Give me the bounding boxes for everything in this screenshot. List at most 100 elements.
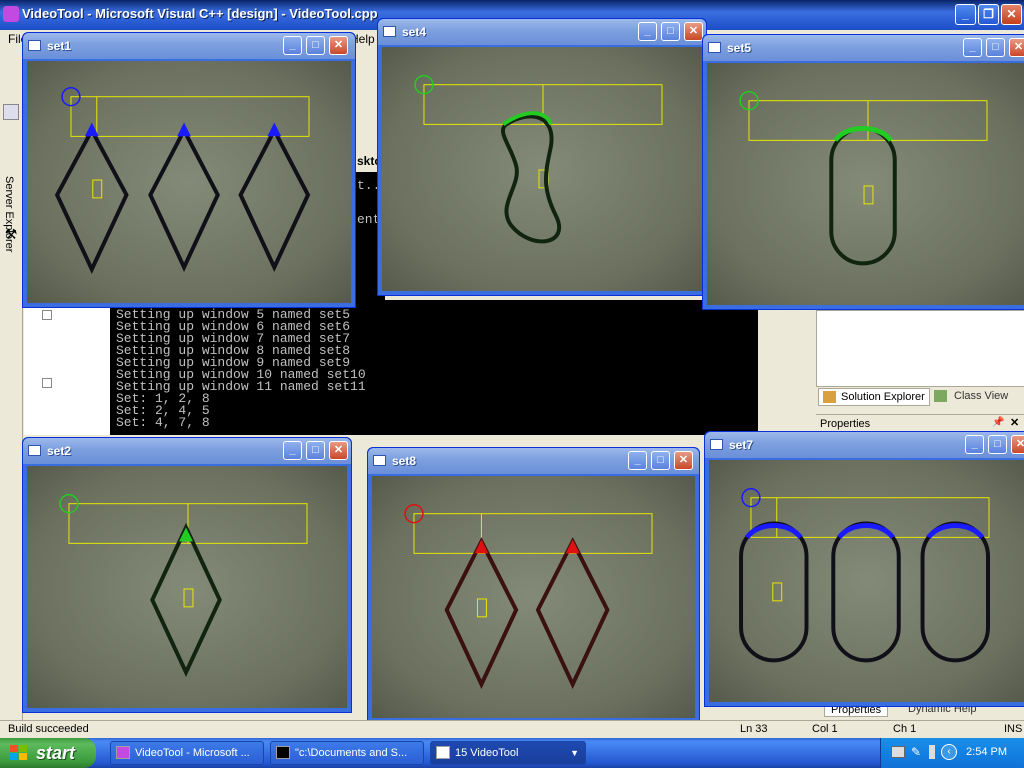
minimize-button[interactable]: _: [638, 22, 657, 41]
vs-title-text: VideoTool - Microsoft Visual C++ [design…: [22, 6, 378, 21]
properties-close-icon[interactable]: ✕: [1010, 416, 1019, 429]
console-output: Setting up window 5 named set5 Setting u…: [110, 300, 758, 435]
vs-icon: [116, 746, 130, 759]
tray-expand-icon[interactable]: ‹: [941, 744, 957, 760]
close-button[interactable]: ✕: [684, 22, 703, 41]
console-icon: [276, 746, 290, 759]
taskbar-item-console[interactable]: "c:\Documents and S...: [270, 741, 424, 765]
close-button[interactable]: ✕: [1011, 435, 1024, 454]
camera-view: [372, 476, 695, 718]
window-icon: [28, 40, 41, 51]
clock: 2:54 PM: [966, 746, 1007, 758]
tab-class-view-label: Class View: [954, 390, 1009, 402]
shape-tip: [565, 539, 580, 554]
roi-rect: [413, 513, 653, 554]
minimize-button[interactable]: _: [963, 38, 982, 57]
camera-view: [27, 466, 347, 708]
volume-icon[interactable]: [929, 745, 935, 759]
window-title-bar[interactable]: set4 _ □ ✕: [378, 19, 706, 45]
camera-view: [709, 460, 1024, 702]
collapse-marker[interactable]: [42, 378, 52, 388]
properties-title: Properties: [820, 418, 871, 430]
window-title-bar[interactable]: set1 _ □ ✕: [23, 33, 355, 59]
minimize-button[interactable]: _: [955, 4, 976, 25]
class-view-icon: [934, 390, 947, 402]
window-set4[interactable]: set4 _ □ ✕: [377, 18, 707, 296]
window-icon: [710, 439, 723, 450]
restore-button[interactable]: ❐: [978, 4, 999, 25]
minimize-button[interactable]: _: [283, 441, 302, 460]
window-title-bar[interactable]: set7 _ □ ✕: [705, 432, 1024, 458]
camera-overlay: [414, 75, 663, 244]
close-button[interactable]: ✕: [1001, 4, 1022, 25]
shape-tip: [474, 539, 489, 554]
tab-solution-explorer[interactable]: Solution Explorer: [818, 388, 930, 406]
toolbox-icon[interactable]: ⚒: [3, 226, 19, 242]
maximize-button[interactable]: □: [306, 441, 325, 460]
centroid-box: [863, 185, 874, 205]
console-line: Set: 4, 7, 8: [116, 415, 210, 430]
oval-shape: [829, 126, 897, 266]
close-button[interactable]: ✕: [329, 36, 348, 55]
minimize-button[interactable]: _: [283, 36, 302, 55]
centroid-box: [772, 582, 783, 602]
window-title: set2: [47, 444, 72, 458]
window-title-bar[interactable]: set8 _ □ ✕: [368, 448, 699, 474]
status-bar: Build succeeded Ln 33 Col 1 Ch 1 INS: [0, 720, 1024, 739]
maximize-button[interactable]: □: [651, 451, 670, 470]
minimize-button[interactable]: _: [628, 451, 647, 470]
shape-tip: [267, 122, 282, 137]
window-title-bar[interactable]: set2 _ □ ✕: [23, 438, 351, 464]
camera-overlay: [54, 87, 311, 274]
camera-overlay: [59, 494, 308, 677]
maximize-button[interactable]: □: [661, 22, 680, 41]
status-ch: Ch 1: [893, 723, 917, 735]
window-title: set5: [727, 41, 752, 55]
shape-tip: [177, 122, 191, 137]
maximize-button[interactable]: □: [986, 38, 1005, 57]
close-button[interactable]: ✕: [1009, 38, 1024, 57]
oval-shape: [920, 521, 990, 663]
shape-tip: [745, 523, 803, 540]
server-explorer-icon[interactable]: [3, 104, 19, 120]
oval-shape: [739, 521, 809, 663]
window-set1[interactable]: set1 _ □ ✕: [22, 32, 356, 308]
shape-tip: [926, 523, 985, 540]
system-tray: ✎ ‹ 2:54 PM: [880, 738, 1024, 768]
diamond-shape: [535, 537, 610, 689]
window-set5[interactable]: set5 _ □ ✕: [702, 34, 1024, 310]
window-set2[interactable]: set2 _ □ ✕: [22, 437, 352, 713]
solution-tree[interactable]: [816, 310, 1024, 387]
tab-class-view[interactable]: Class View: [932, 388, 1018, 406]
window-icon: [28, 445, 41, 456]
camera-view: [382, 47, 702, 291]
maximize-button[interactable]: □: [306, 36, 325, 55]
close-button[interactable]: ✕: [329, 441, 348, 460]
maximize-button[interactable]: □: [988, 435, 1007, 454]
window-title-bar[interactable]: set5 _ □ ✕: [703, 35, 1024, 61]
status-mode: INS: [1004, 723, 1023, 735]
window-icon: [383, 26, 396, 37]
chevron-down-icon: ▼: [570, 748, 579, 758]
minimize-button[interactable]: _: [965, 435, 984, 454]
windows-flag-icon: [10, 745, 27, 760]
left-tool-strip: Server Explorer ⚒: [0, 48, 23, 720]
task-label: 15 VideoTool: [455, 747, 519, 759]
camera-overlay: [404, 504, 653, 689]
keyboard-icon[interactable]: [891, 746, 905, 758]
camera-overlay: [739, 91, 988, 266]
pin-icon[interactable]: 📌: [992, 417, 1004, 428]
taskbar-item-videotool-vs[interactable]: VideoTool - Microsoft ...: [110, 741, 264, 765]
collapse-marker[interactable]: [42, 310, 52, 320]
taskbar-item-videotool-group[interactable]: 15 VideoTool ▼: [430, 741, 586, 765]
pen-icon[interactable]: ✎: [911, 745, 921, 759]
centroid-box: [183, 588, 194, 608]
start-button[interactable]: start: [0, 738, 96, 768]
diamond-shape: [238, 126, 311, 272]
window-icon: [708, 42, 721, 53]
window-set8[interactable]: set8 _ □ ✕: [367, 447, 700, 723]
close-button[interactable]: ✕: [674, 451, 693, 470]
solution-icon: [823, 391, 836, 403]
status-message: Build succeeded: [8, 723, 89, 735]
window-set7[interactable]: set7 _ □ ✕: [704, 431, 1024, 707]
